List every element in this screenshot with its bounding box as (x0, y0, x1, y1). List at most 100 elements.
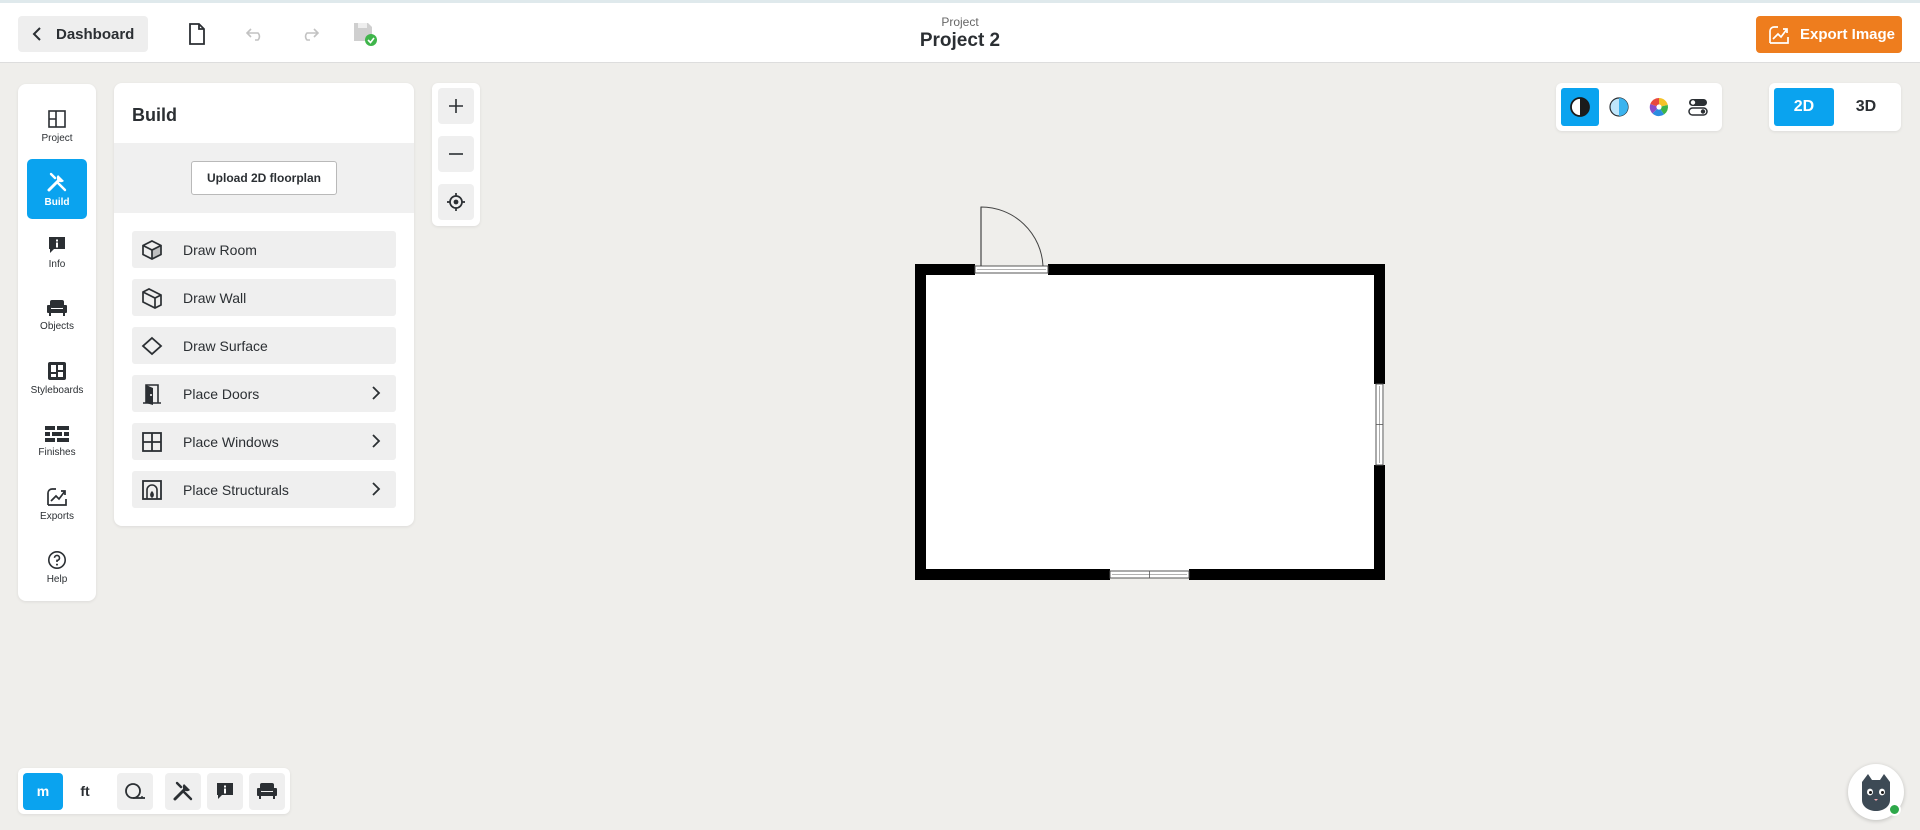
place-windows-button[interactable]: Place Windows (132, 423, 396, 460)
draw-surface-label: Draw Surface (183, 337, 268, 354)
upload-floorplan-button[interactable]: Upload 2D floorplan (191, 161, 337, 195)
draw-surface-button[interactable]: Draw Surface (132, 327, 396, 364)
room-floor[interactable] (920, 269, 1384, 575)
build-tools-button[interactable] (165, 772, 201, 810)
nav-label-objects: Objects (40, 320, 74, 332)
nav-label-exports: Exports (40, 510, 74, 522)
brick-icon (45, 425, 69, 442)
crosshair-icon (447, 193, 465, 211)
save-status-icon[interactable] (352, 21, 378, 47)
door[interactable] (974, 206, 1049, 274)
mode-3d-button[interactable]: 3D (1836, 88, 1896, 126)
dimension-toggle: 2D 3D (1769, 83, 1901, 131)
undo-icon[interactable] (242, 21, 268, 47)
nav-label-project: Project (41, 132, 73, 144)
toggles-icon (1688, 99, 1708, 116)
bottom-toolbar: m ft (18, 768, 290, 814)
unit-feet-button[interactable]: ft (65, 773, 105, 810)
nav-label-info: Info (48, 258, 66, 270)
redo-icon[interactable] (297, 21, 323, 47)
wall-bottom-right[interactable] (1189, 569, 1385, 580)
draw-wall-button[interactable]: Draw Wall (132, 279, 396, 316)
wall-left[interactable] (915, 264, 926, 580)
sofa-icon (47, 299, 67, 316)
upload-zone: Upload 2D floorplan (114, 143, 414, 213)
zoom-in-button[interactable] (438, 88, 474, 124)
nav-label-build: Build (44, 196, 70, 208)
minus-icon (449, 153, 463, 155)
info-button[interactable] (207, 772, 243, 810)
draw-room-button[interactable]: Draw Room (132, 231, 396, 268)
styleboard-icon (48, 361, 66, 380)
layout-icon (48, 109, 66, 128)
floor-plan-canvas[interactable] (900, 195, 1400, 595)
wall-top-right[interactable] (1048, 264, 1384, 275)
wall-icon (140, 286, 164, 310)
nav-item-finishes[interactable]: Finishes (27, 411, 87, 471)
new-file-icon[interactable] (184, 21, 210, 47)
online-status-dot (1888, 803, 1901, 816)
wall-right-top[interactable] (1374, 264, 1385, 384)
recenter-button[interactable] (438, 184, 474, 220)
dashboard-label: Dashboard (56, 25, 135, 43)
surface-icon (140, 334, 164, 358)
nav-label-help: Help (46, 573, 68, 585)
top-bar: Dashboard Project Project 2 Export Image (0, 0, 1920, 63)
zoom-out-button[interactable] (438, 136, 474, 172)
build-tool-list: Draw Room Draw Wall Draw Surface Place D… (114, 213, 414, 508)
tools-icon (47, 172, 67, 191)
zoom-controls (432, 83, 480, 226)
nav-label-finishes: Finishes (38, 446, 76, 458)
export-image-button[interactable]: Export Image (1756, 16, 1902, 53)
fireplace-icon (140, 478, 164, 502)
window-icon (140, 430, 164, 454)
halftone-icon (1609, 97, 1629, 117)
nav-item-exports[interactable]: Exports (27, 474, 87, 534)
place-structurals-button[interactable]: Place Structurals (132, 471, 396, 508)
cube-icon (140, 238, 164, 262)
door-icon (140, 382, 164, 406)
chevron-right-icon (372, 434, 381, 448)
assistant-avatar-button[interactable] (1848, 764, 1904, 820)
build-panel-title: Build (132, 105, 177, 125)
info-chat-icon (217, 783, 233, 799)
place-doors-button[interactable]: Place Doors (132, 375, 396, 412)
export-chart-icon (1769, 25, 1789, 44)
wall-right-bottom[interactable] (1374, 465, 1385, 580)
place-doors-label: Place Doors (183, 385, 260, 402)
render-mode-color[interactable] (1640, 88, 1678, 126)
measure-button[interactable] (117, 772, 153, 810)
nav-item-objects[interactable]: Objects (27, 285, 87, 345)
render-mode-panel (1556, 83, 1722, 131)
draw-wall-label: Draw Wall (183, 289, 247, 306)
tools-icon (173, 781, 193, 801)
place-windows-label: Place Windows (183, 433, 279, 450)
render-mode-contrast[interactable] (1561, 88, 1600, 126)
render-mode-halftone[interactable] (1600, 88, 1638, 126)
mode-2d-button[interactable]: 2D (1774, 88, 1834, 126)
nav-item-build[interactable]: Build (27, 159, 87, 219)
nav-item-help[interactable]: Help (27, 537, 87, 597)
info-chat-icon (49, 236, 65, 253)
dashboard-button[interactable]: Dashboard (18, 16, 148, 52)
export-icon (47, 487, 67, 506)
place-structurals-label: Place Structurals (183, 481, 289, 498)
plus-icon (449, 99, 463, 113)
nav-item-info[interactable]: Info (27, 222, 87, 282)
draw-room-label: Draw Room (183, 241, 257, 258)
contrast-icon (1570, 97, 1591, 117)
nav-item-project[interactable]: Project (27, 96, 87, 156)
color-wheel-icon (1649, 97, 1668, 117)
nav-label-styleboards: Styleboards (30, 384, 84, 396)
unit-meters-button[interactable]: m (23, 772, 63, 810)
window-right[interactable] (1375, 383, 1384, 466)
project-label: Project (941, 15, 979, 29)
export-label: Export Image (1800, 26, 1896, 43)
project-title: Project Project 2 (0, 15, 1920, 53)
render-mode-settings[interactable] (1679, 88, 1717, 126)
nav-item-styleboards[interactable]: Styleboards (27, 348, 87, 408)
wall-bottom-left[interactable] (915, 569, 1110, 580)
window-bottom[interactable] (1109, 570, 1190, 579)
objects-button[interactable] (249, 772, 285, 810)
left-nav: Project Build Info Objects Styleboards F… (18, 84, 96, 601)
